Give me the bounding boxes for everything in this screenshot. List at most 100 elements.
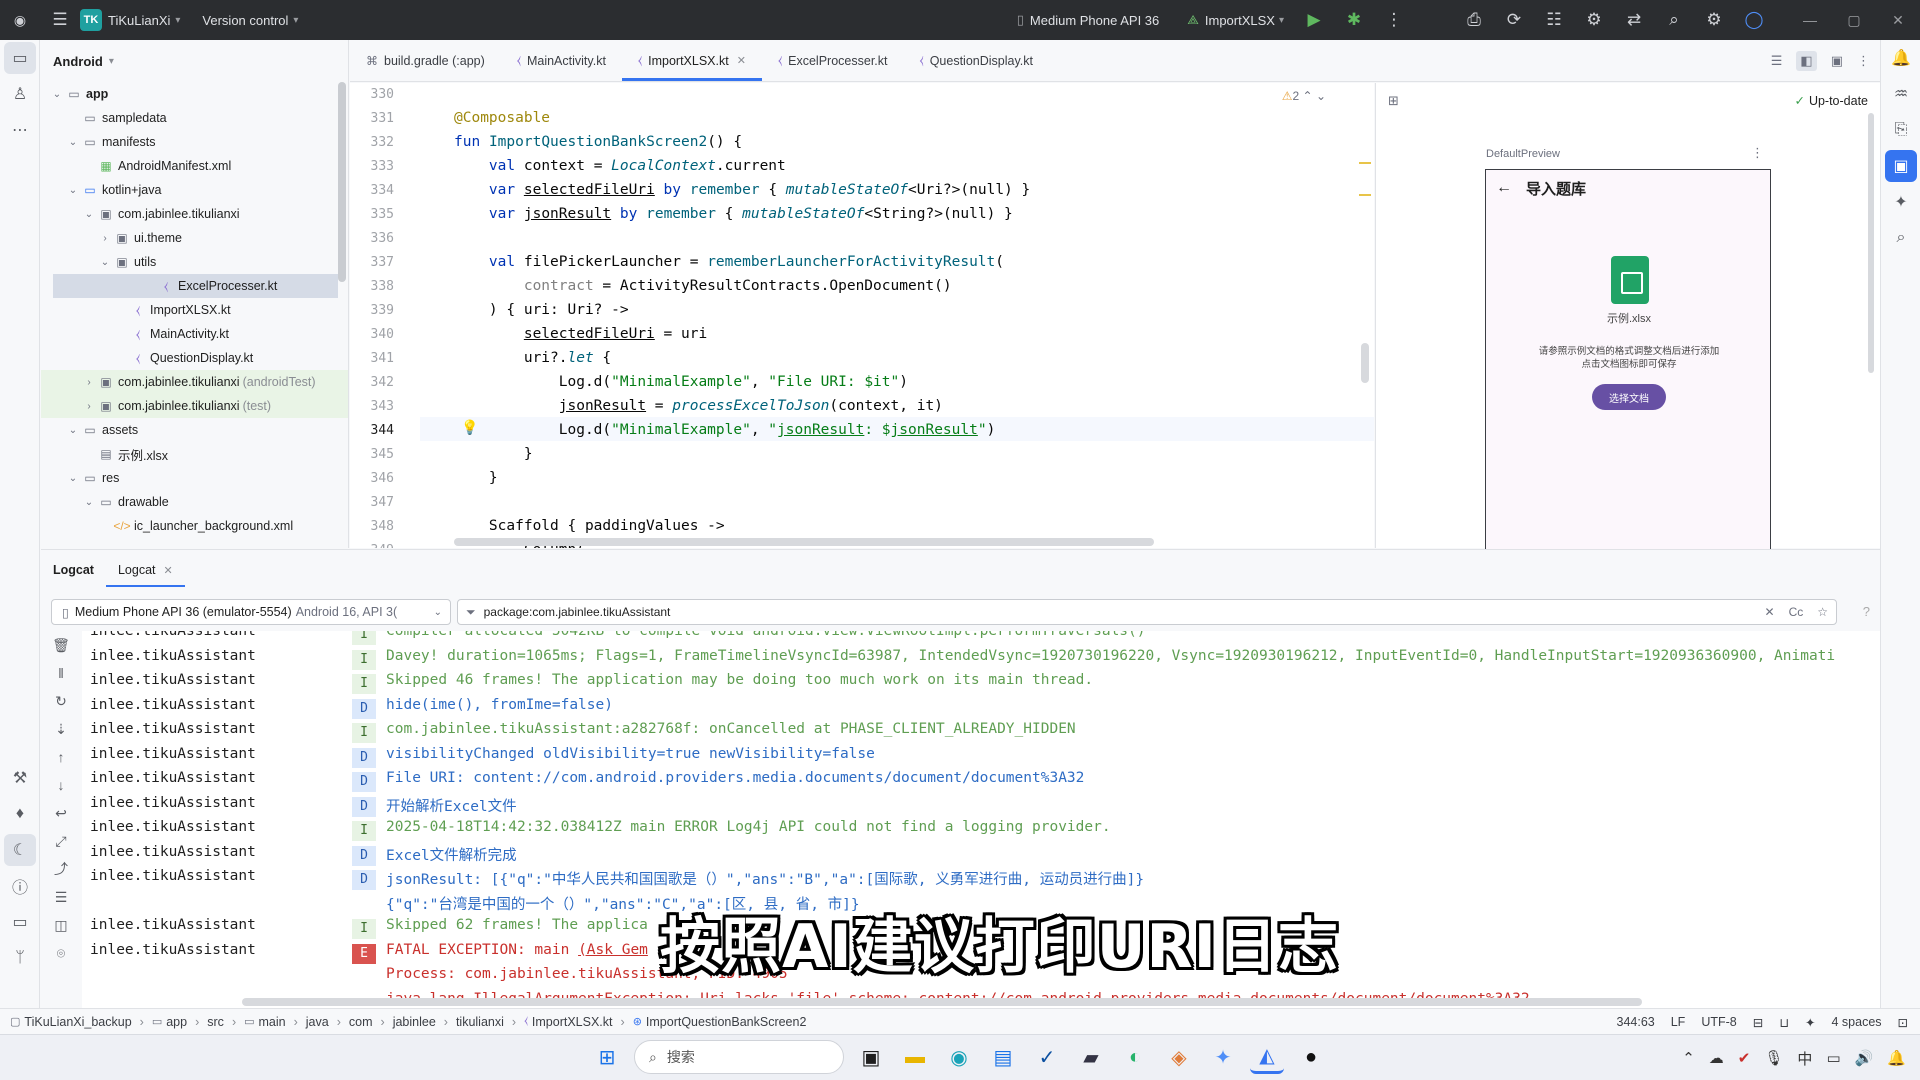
- device-manager-icon[interactable]: ⎙: [1454, 10, 1494, 30]
- tree-item-ic-launcher-background[interactable]: </> ic_launcher_background.xml: [41, 514, 348, 538]
- log-row[interactable]: inlee.tikuAssistant Dhide(ime(), fromIme=…: [82, 697, 1880, 721]
- chevron-down-icon[interactable]: ⌄: [1316, 89, 1326, 103]
- sync-icon[interactable]: ⇄: [1614, 10, 1654, 30]
- terminal-icon[interactable]: ▭: [0, 904, 40, 940]
- editor-horizontal-scrollbar[interactable]: [454, 538, 1154, 546]
- gemini-app-icon[interactable]: ✦: [1206, 1040, 1240, 1074]
- tab-mainactivity[interactable]: ⧼ MainActivity.kt: [501, 40, 622, 81]
- more-vertical-icon[interactable]: ⋮: [1857, 53, 1870, 69]
- project-view-selector[interactable]: Android ▾: [41, 40, 348, 82]
- run-icon[interactable]: ▶: [1294, 10, 1334, 30]
- device-selector[interactable]: ▯ Medium Phone API 36: [1017, 12, 1160, 28]
- log-row[interactable]: inlee.tikuAssistant D File URI: content://…: [82, 770, 1880, 794]
- more-vertical-icon[interactable]: ⋮: [1751, 145, 1764, 161]
- format-icon[interactable]: ⤢: [41, 827, 81, 855]
- log-row[interactable]: inlee.tikuAssistant DvisibilityChanged ol…: [82, 746, 1880, 770]
- export-icon[interactable]: ⤴: [41, 855, 81, 883]
- more-horizontal-icon[interactable]: ⋯: [0, 112, 40, 148]
- scroll-to-end-icon[interactable]: ⇣: [41, 715, 81, 743]
- screenshot-icon[interactable]: ⌾: [41, 939, 81, 967]
- design-view-icon[interactable]: ▣: [1831, 53, 1843, 69]
- project-tool-icon[interactable]: ▭: [4, 42, 36, 74]
- resource-manager-icon[interactable]: ♙: [0, 76, 40, 112]
- restart-icon[interactable]: ↻: [41, 687, 81, 715]
- breadcrumb-item[interactable]: com: [349, 1015, 373, 1029]
- tab-logcat[interactable]: Logcat ✕: [105, 553, 185, 587]
- tree-item-mainactivity[interactable]: ⧼ MainActivity.kt: [41, 322, 348, 346]
- breadcrumb-item[interactable]: app: [166, 1015, 187, 1029]
- tree-item-sample-xlsx[interactable]: ▤ 示例.xlsx: [41, 442, 348, 466]
- breadcrumb-item[interactable]: src: [207, 1015, 224, 1029]
- chevron-up-icon[interactable]: ⌃: [1682, 1049, 1695, 1067]
- warning-stripe[interactable]: [1359, 162, 1371, 164]
- minimize-icon[interactable]: —: [1788, 12, 1832, 28]
- github-icon[interactable]: ●: [1294, 1040, 1328, 1074]
- app-icon[interactable]: ▰: [1074, 1040, 1108, 1074]
- tree-item-utils[interactable]: ⌄ ▣ utils: [41, 250, 348, 274]
- pause-icon[interactable]: ‖: [41, 659, 81, 687]
- debug-icon[interactable]: ✱: [1334, 10, 1374, 30]
- ask-gemini-link[interactable]: (Ask Gem: [578, 942, 648, 958]
- tab-importxlsx[interactable]: ⧼ ImportXLSX.kt ✕: [621, 40, 762, 81]
- android-studio-taskbar-icon[interactable]: ◭: [1250, 1040, 1284, 1074]
- tree-item-manifests[interactable]: ⌄ ▭ manifests: [41, 130, 348, 154]
- breadcrumb-item[interactable]: jabinlee: [393, 1015, 436, 1029]
- breadcrumb-item[interactable]: TiKuLianXi_backup: [24, 1015, 131, 1029]
- gradle-sync-icon[interactable]: ♦: [0, 796, 40, 832]
- down-icon[interactable]: ↓: [41, 771, 81, 799]
- tree-item-importxlsx[interactable]: ⧼ ImportXLSX.kt: [41, 298, 348, 322]
- close-icon[interactable]: ✕: [1876, 12, 1920, 29]
- code-view-icon[interactable]: ☰: [1771, 53, 1783, 69]
- file-explorer-icon[interactable]: ▬: [898, 1040, 932, 1074]
- log-row[interactable]: inlee.tikuAssistant I Compiler allocated 5…: [82, 631, 1880, 647]
- problems-icon[interactable]: ⓘ: [0, 868, 40, 904]
- help-icon[interactable]: ?: [1863, 604, 1870, 619]
- log-row[interactable]: inlee.tikuAssistant I 2025-04-18T14:42:32.…: [82, 819, 1880, 843]
- settings-icon[interactable]: ⚙: [1694, 10, 1734, 30]
- memory-icon[interactable]: ⊡: [1898, 1015, 1908, 1030]
- close-tab-icon[interactable]: ✕: [164, 565, 173, 577]
- device-dropdown[interactable]: ▯ Medium Phone API 36 (emulator-5554) An…: [51, 599, 451, 625]
- line-separator[interactable]: LF: [1671, 1015, 1686, 1029]
- taskbar-search[interactable]: ⌕ 搜索: [634, 1040, 844, 1074]
- breadcrumb-item[interactable]: tikulianxi: [456, 1015, 504, 1029]
- build-icon[interactable]: ⚒: [0, 760, 40, 796]
- vscode-like-icon[interactable]: ✓: [1030, 1040, 1064, 1074]
- edge-icon[interactable]: ◉: [942, 1040, 976, 1074]
- choose-document-button[interactable]: 选择文档: [1592, 384, 1666, 410]
- tree-item-package[interactable]: ⌄ ▣ com.jabinlee.tikulianxi: [41, 202, 348, 226]
- gradle-tool-icon[interactable]: ♒: [1881, 76, 1920, 112]
- task-view-icon[interactable]: ▣: [854, 1040, 888, 1074]
- gradle-icon[interactable]: ⚙: [1574, 10, 1614, 30]
- search-icon[interactable]: ⌕: [1654, 10, 1694, 30]
- tree-item-excelprocesser[interactable]: ⧼ ExcelProcesser.kt: [53, 274, 338, 298]
- breadcrumb-item[interactable]: ImportXLSX.kt: [532, 1015, 613, 1029]
- lock-icon[interactable]: ⊟: [1753, 1015, 1763, 1030]
- inspection-widget[interactable]: ⚠2 ⌃ ⌄: [1282, 89, 1326, 103]
- running-devices-icon[interactable]: ▣: [1885, 150, 1917, 182]
- tree-item-package-androidtest[interactable]: › ▣ com.jabinlee.tikulianxi (androidTest): [41, 370, 348, 394]
- warning-stripe[interactable]: [1359, 194, 1371, 196]
- maximize-icon[interactable]: ▢: [1832, 12, 1876, 29]
- log-row[interactable]: inlee.tikuAssistant D Excel文件解析完成: [82, 844, 1880, 868]
- breadcrumb-item[interactable]: main: [259, 1015, 286, 1029]
- file-encoding[interactable]: UTF-8: [1701, 1015, 1736, 1029]
- preview-scrollbar[interactable]: [1868, 113, 1874, 373]
- run-config-selector[interactable]: ⟁ ImportXLSX ▾: [1187, 12, 1284, 28]
- split-panels-icon[interactable]: ◫: [41, 911, 81, 939]
- tree-item-app[interactable]: ⌄ ▭ app: [41, 82, 348, 106]
- tree-item-res[interactable]: ⌄ ▭ res: [41, 466, 348, 490]
- soft-wrap-icon[interactable]: ↩: [41, 799, 81, 827]
- tree-item-questiondisplay[interactable]: ⧼ QuestionDisplay.kt: [41, 346, 348, 370]
- match-case-toggle[interactable]: Cc: [1789, 605, 1804, 619]
- edge-dev-icon[interactable]: ◐: [1118, 1040, 1152, 1074]
- antivirus-icon[interactable]: ✔: [1738, 1049, 1751, 1067]
- tree-item-package-test[interactable]: › ▣ com.jabinlee.tikulianxi (test): [41, 394, 348, 418]
- log-row[interactable]: inlee.tikuAssistant I Skipped 46 frames! T…: [82, 672, 1880, 696]
- editor-vertical-scrollbar[interactable]: [1361, 343, 1369, 383]
- more-vertical-icon[interactable]: ⋮: [1374, 10, 1414, 30]
- breadcrumb-item[interactable]: java: [306, 1015, 329, 1029]
- gemini-status-icon[interactable]: ✦: [1805, 1015, 1815, 1030]
- logcat-horizontal-scrollbar[interactable]: [242, 998, 1642, 1006]
- build-variants-icon[interactable]: ☷: [1534, 10, 1574, 30]
